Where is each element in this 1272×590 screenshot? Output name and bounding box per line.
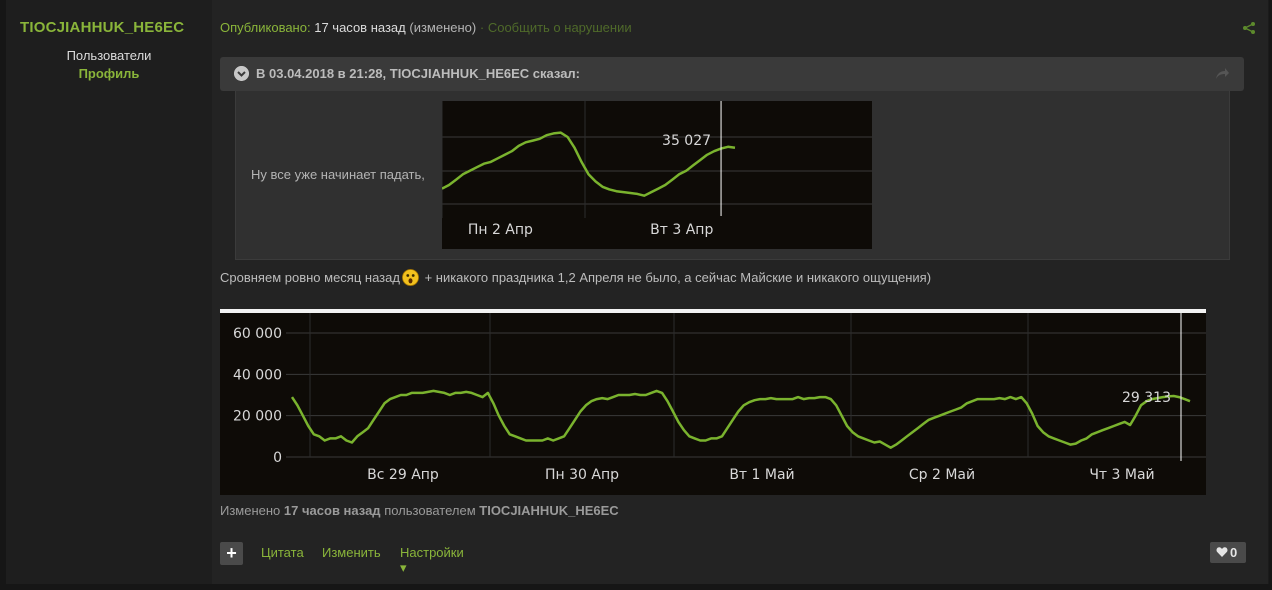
quote-button[interactable]: Цитата <box>261 545 304 560</box>
author-panel: TIOCJIAHHUK_HE6EC Пользователи Профиль <box>6 0 212 584</box>
body-text-after: + никакого праздника 1,2 Апреля не было,… <box>420 270 932 285</box>
chevron-down-icon[interactable] <box>234 66 249 81</box>
quote-body: Ну все уже начинает падать, 35 027 Пн 2 А… <box>235 91 1230 260</box>
x-tick-label: Чт 3 Май <box>1089 467 1154 483</box>
y-tick-label: 0 <box>273 450 282 466</box>
x-tick-label: Пн 30 Апр <box>545 467 619 483</box>
quoted-chart: 35 027 Пн 2 Апр Вт 3 Апр <box>442 101 872 249</box>
month-chart: 0 20 000 40 000 60 000 29 313 Вс 29 Апр Пн 30 … <box>220 313 1206 495</box>
x-tick-label: Вт 1 Май <box>729 467 794 483</box>
post-meta: Опубликовано: 17 часов назад (изменено) … <box>220 20 632 35</box>
settings-menu[interactable]: Настройки ▾ <box>400 545 464 576</box>
post-body-text: Сровняем ровно месяц назад + никакого пр… <box>220 269 931 286</box>
author-name[interactable]: TIOCJIAHHUK_HE6EC <box>20 19 184 36</box>
like-button[interactable]: 0 <box>1210 542 1246 563</box>
author-group: Пользователи <box>66 48 152 63</box>
edited-flag: (изменено) <box>409 20 477 35</box>
y-tick-label: 20 000 <box>233 409 282 425</box>
edited-time: 17 часов назад <box>283 503 381 518</box>
quote-header: В 03.04.2018 в 21:28, TIOCJIAHHUK_HE6EC … <box>220 57 1244 91</box>
x-tick-label: Вт 3 Апр <box>650 222 713 238</box>
published-label: Опубликовано: <box>220 20 311 35</box>
published-time[interactable]: 17 часов назад <box>314 20 406 35</box>
x-tick-label: Ср 2 Май <box>909 467 975 483</box>
cursor-value-label: 29 313 <box>1122 390 1171 406</box>
edited-user[interactable]: TIOCJIAHHUK_HE6EC <box>479 503 618 518</box>
surprised-emoji-icon <box>402 269 419 286</box>
quote-text: Ну все уже начинает падать, <box>251 167 425 182</box>
edited-note: Изменено 17 часов назад пользователем TI… <box>220 503 619 518</box>
body-text-before: Сровняем ровно месяц назад <box>220 270 400 285</box>
edit-button[interactable]: Изменить <box>322 545 381 560</box>
forum-post: TIOCJIAHHUK_HE6EC Пользователи Профиль О… <box>6 0 1269 584</box>
share-icon[interactable] <box>1242 21 1256 35</box>
heart-icon <box>1216 547 1228 557</box>
x-tick-label: Пн 2 Апр <box>468 222 533 238</box>
multiquote-button[interactable]: + <box>220 542 243 565</box>
edited-middle: пользователем <box>384 503 476 518</box>
arrow-jump-icon[interactable] <box>1214 66 1230 82</box>
y-tick-label: 60 000 <box>233 326 282 342</box>
x-tick-label: Вс 29 Апр <box>367 467 439 483</box>
cursor-value-label: 35 027 <box>662 133 711 149</box>
quote-title: В 03.04.2018 в 21:28, TIOCJIAHHUK_HE6EC … <box>256 66 581 81</box>
edited-prefix: Изменено <box>220 503 281 518</box>
profile-link[interactable]: Профиль <box>6 66 212 81</box>
meta-separator: · <box>479 20 485 35</box>
like-count: 0 <box>1230 545 1238 560</box>
y-tick-label: 40 000 <box>233 367 282 383</box>
series-line <box>290 389 1191 449</box>
report-link[interactable]: Сообщить о нарушении <box>488 20 632 35</box>
